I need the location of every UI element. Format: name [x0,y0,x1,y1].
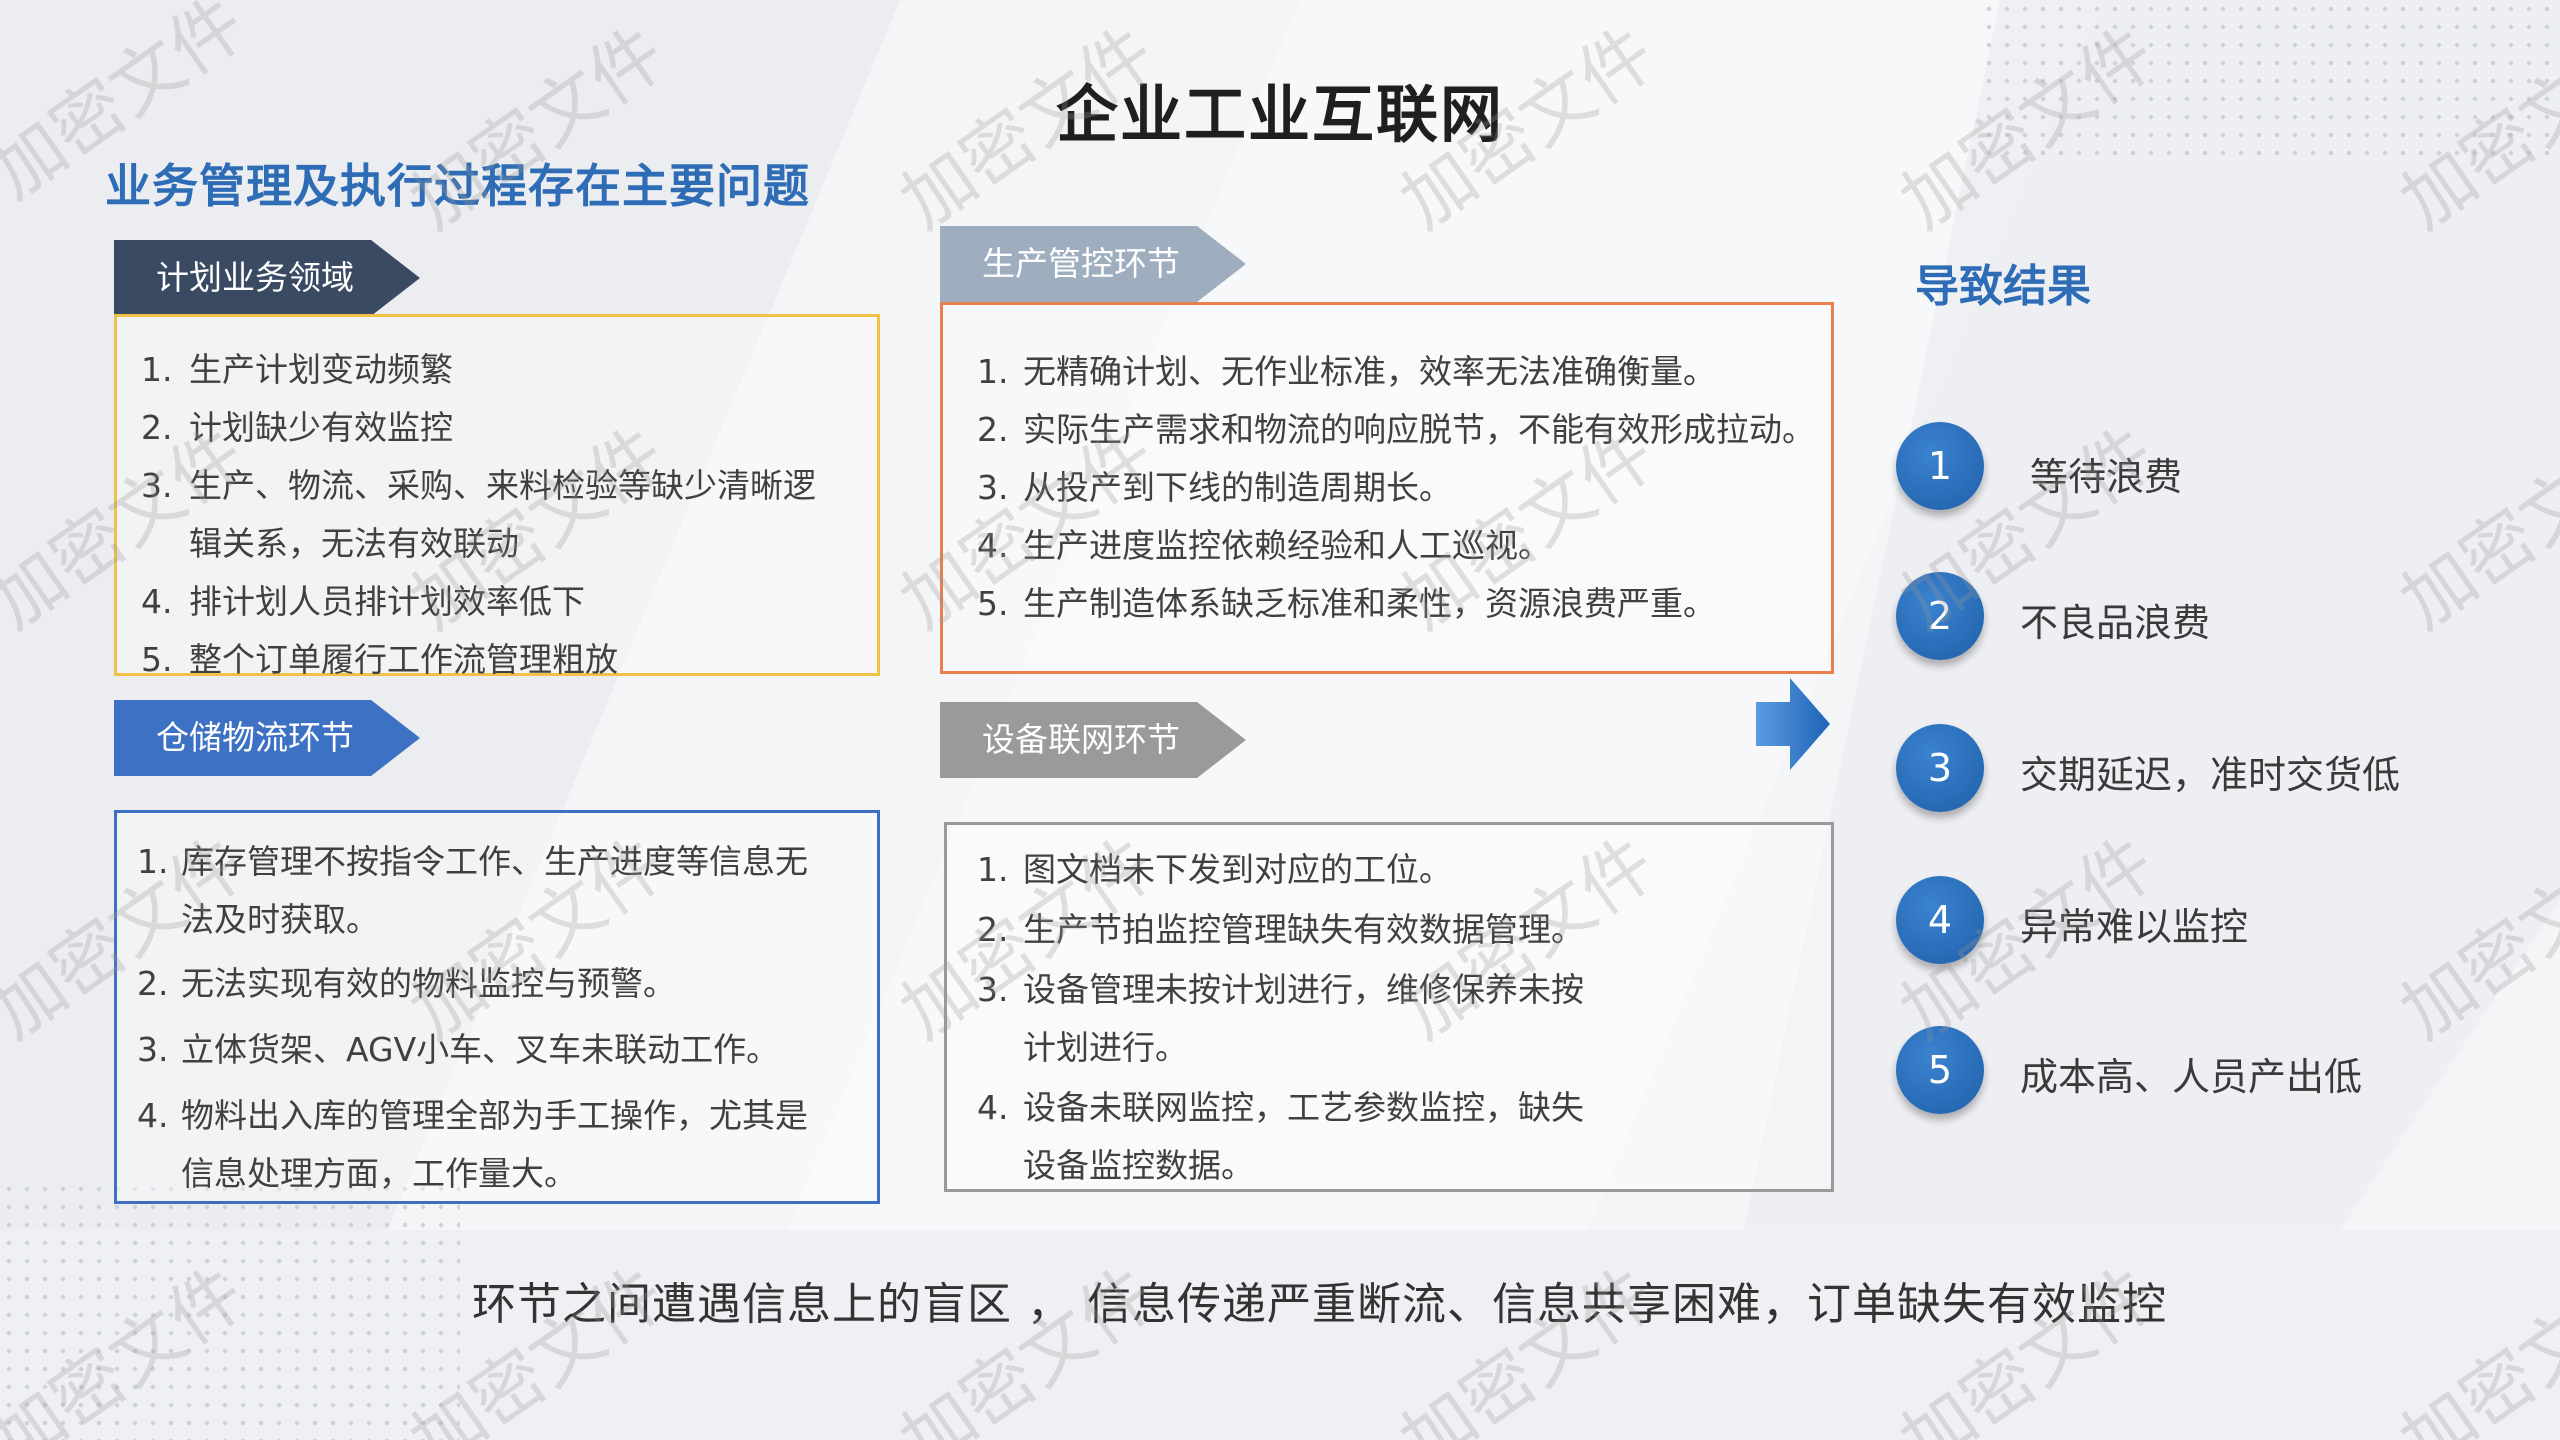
tag-equipment: 设备联网环节 [940,702,1246,778]
result-item: 5 成本高、人员产出低 [1896,1026,2496,1116]
warehouse-box: 1. 库存管理不按指令工作、生产进度等信息无法及时获取。 2. 无法实现有效的物料监… [114,810,880,1204]
warehouse-list: 1. 库存管理不按指令工作、生产进度等信息无法及时获取。 2. 无法实现有效的物料监… [117,833,857,1203]
number-badge: 5 [1896,1026,1984,1114]
watermark: 加密文件 [1885,10,2170,245]
page-subtitle: 业务管理及执行过程存在主要问题 [105,159,810,213]
number-badge: 3 [1896,724,1984,812]
planning-box: 1. 生产计划变动频繁 2. 计划缺少有效监控 3. 生产、物流、采购、来料检验等缺少… [114,314,880,679]
result-label: 异常难以监控 [2020,905,2249,949]
dot-pattern-bottom [0,1180,460,1440]
result-item: 1 等待浪费 [1896,422,2496,512]
equipment-box: 1. 图文档未下发到对应的工位。 2. 生产节拍监控管理缺失有效数据管理。 3. 设备… [944,822,1834,1192]
list-item: 1. 图文档未下发到对应的工位。 [977,850,1452,889]
result-label: 等待浪费 [2030,455,2183,499]
number-badge: 2 [1896,572,1984,660]
production-box: 1. 无精确计划、无作业标准，效率无法准确衡量。 2. 实际生产需求和物流的响应脱节… [940,302,1834,674]
result-label: 不良品浪费 [2020,601,2211,645]
result-label: 交期延迟，准时交货低 [2020,753,2401,797]
list-item: 5. 整个订单履行工作流管理粗放 [141,640,618,679]
list-item: 4. 生产进度监控依赖经验和人工巡视。 [977,526,1551,565]
page-title: 企业工业互联网 [1055,78,1504,151]
equipment-list: 1. 图文档未下发到对应的工位。 2. 生产节拍监控管理缺失有效数据管理。 3. 设备… [947,841,1707,1195]
right-arrow-icon [1756,678,1830,770]
list-item: 5. 生产制造体系缺乏标准和柔性，资源浪费严重。 [977,584,1716,623]
list-item: 1. 库存管理不按指令工作、生产进度等信息无法及时获取。 [137,842,808,939]
list-item: 3. 立体货架、AGV小车、叉车未联动工作。 [137,1030,780,1069]
tag-warehouse: 仓储物流环节 [114,700,420,776]
list-item: 1. 生产计划变动频繁 [141,350,453,389]
list-item: 2. 实际生产需求和物流的响应脱节，不能有效形成拉动。 [977,410,1815,449]
number-badge: 4 [1896,876,1984,964]
tag-production: 生产管控环节 [940,226,1246,302]
list-item: 4. 排计划人员排计划效率低下 [141,582,585,621]
watermark: 加密文件 [2385,1250,2560,1440]
list-item: 2. 计划缺少有效监控 [141,408,453,447]
planning-list: 1. 生产计划变动频繁 2. 计划缺少有效监控 3. 生产、物流、采购、来料检验等缺少… [117,341,857,689]
results-heading: 导致结果 [1915,261,2091,312]
slide: 企业工业互联网 业务管理及执行过程存在主要问题 计划业务领域 1. 生产计划变动频… [0,0,2560,1440]
dot-pattern-top [1980,0,2560,160]
result-item: 2 不良品浪费 [1896,572,2496,662]
watermark: 加密文件 [2385,10,2560,245]
list-item: 3. 从投产到下线的制造周期长。 [977,468,1452,507]
list-item: 3. 生产、物流、采购、来料检验等缺少清晰逻辑关系，无法有效联动 [141,466,816,563]
number-badge: 1 [1896,422,1984,510]
result-item: 4 异常难以监控 [1896,876,2496,966]
result-label: 成本高、人员产出低 [2020,1055,2363,1099]
production-list: 1. 无精确计划、无作业标准，效率无法准确衡量。 2. 实际生产需求和物流的响应脱节… [943,343,1823,633]
list-item: 1. 无精确计划、无作业标准，效率无法准确衡量。 [977,352,1716,391]
list-item: 2. 无法实现有效的物料监控与预警。 [137,964,676,1003]
tag-planning: 计划业务领域 [114,240,420,316]
list-item: 4. 设备未联网监控，工艺参数监控，缺失设备监控数据。 [977,1088,1584,1185]
footer-summary: 环节之间遭遇信息上的盲区 ， 信息传递严重断流、信息共享困难，订单缺失有效监控 [472,1279,2167,1330]
list-item: 2. 生产节拍监控管理缺失有效数据管理。 [977,910,1584,949]
watermark: 加密文件 [0,1250,260,1440]
list-item: 4. 物料出入库的管理全部为手工操作，尤其是信息处理方面，工作量大。 [137,1096,808,1193]
list-item: 3. 设备管理未按计划进行，维修保养未按计划进行。 [977,970,1584,1067]
result-item: 3 交期延迟，准时交货低 [1896,724,2516,814]
